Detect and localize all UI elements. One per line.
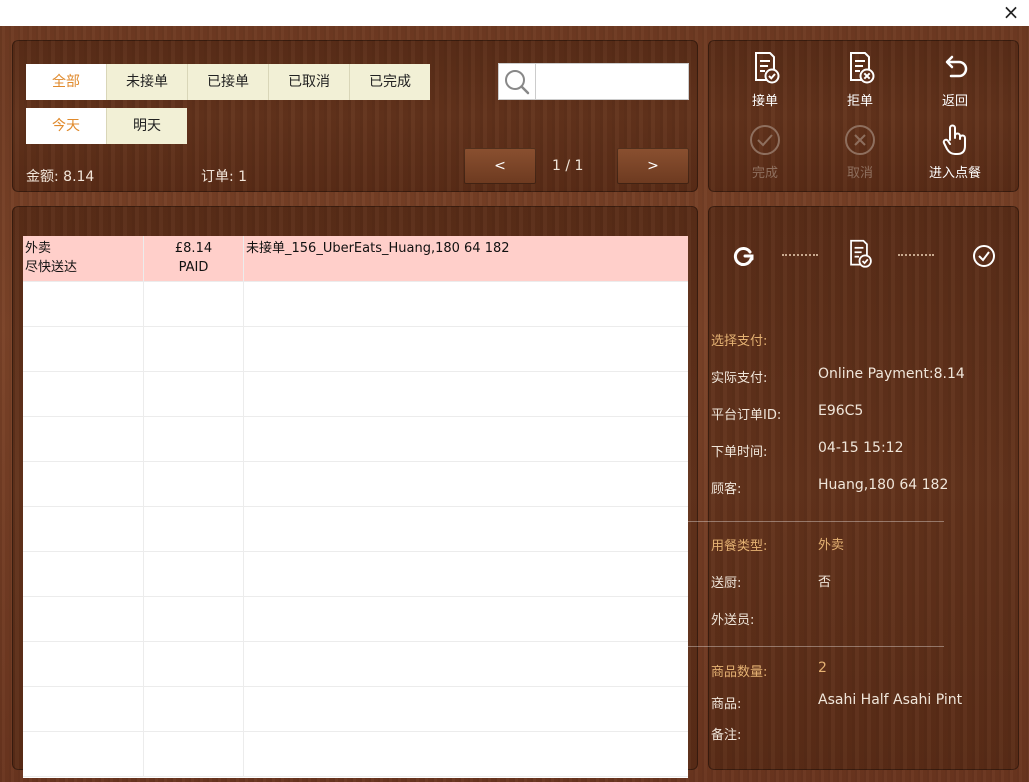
platform-order-id-label: 平台订单ID: — [711, 408, 782, 423]
tab-all[interactable]: 全部 — [26, 64, 107, 100]
payment-select-label[interactable]: 选择支付: — [711, 330, 767, 349]
search-input[interactable] — [537, 67, 687, 98]
search-box — [498, 63, 689, 100]
cancel-order-button[interactable]: 取消 — [815, 122, 905, 181]
table-row[interactable] — [23, 371, 688, 417]
title-bar: × — [0, 0, 1029, 26]
next-page-button[interactable]: > — [617, 148, 689, 184]
divider — [688, 521, 944, 522]
enter-ordering-button[interactable]: 进入点餐 — [910, 122, 1000, 181]
accept-label: 接单 — [751, 94, 778, 109]
order-list-panel: 外卖 尽快送达 £8.14 PAID 未接单_156_UberEats_Huan… — [12, 206, 698, 778]
notes-label: 备注: — [711, 728, 742, 743]
table-row[interactable] — [23, 686, 688, 732]
order-detail-panel: 选择支付: 实际支付: Online Payment:8.14 平台订单ID: … — [688, 206, 1019, 770]
order-time-label: 下单时间: — [711, 445, 768, 460]
item-count-label: 商品数量: — [711, 665, 768, 680]
tab-tomorrow[interactable]: 明天 — [107, 108, 187, 144]
table-row[interactable] — [23, 596, 688, 642]
order-count: 订单: 1 — [201, 169, 248, 185]
order-table: 外卖 尽快送达 £8.14 PAID 未接单_156_UberEats_Huan… — [23, 236, 688, 778]
order-amount-cell: £8.14 PAID — [144, 236, 244, 281]
page-indicator: 1 / 1 — [552, 158, 584, 174]
main-frame: 全部 未接单 已接单 已取消 已完成 今天 明天 金额: 8.14 订单: 1 … — [0, 26, 1029, 782]
dining-type-label: 用餐类型: — [711, 539, 768, 554]
tab-today[interactable]: 今天 — [26, 108, 107, 144]
back-label: 返回 — [941, 94, 968, 109]
table-row[interactable] — [23, 551, 688, 597]
close-button[interactable]: × — [1001, 2, 1021, 22]
delivery-time: 尽快送达 — [25, 260, 78, 275]
accept-order-button[interactable]: 接单 — [720, 50, 810, 109]
tab-cancelled[interactable]: 已取消 — [269, 64, 350, 100]
items-label: 商品: — [711, 697, 742, 712]
courier-label: 外送员: — [711, 613, 755, 628]
table-row[interactable]: 外卖 尽快送达 £8.14 PAID 未接单_156_UberEats_Huan… — [23, 236, 688, 282]
dining-type-value: 外卖 — [818, 538, 845, 553]
reject-order-icon — [850, 52, 875, 84]
table-row[interactable] — [23, 326, 688, 372]
check-circle-icon — [750, 125, 780, 155]
tab-accepted[interactable]: 已接单 — [188, 64, 269, 100]
complete-order-button[interactable]: 完成 — [720, 122, 810, 181]
order-type-cell: 外卖 尽快送达 — [23, 236, 144, 281]
cancel-label: 取消 — [846, 166, 873, 181]
table-row[interactable] — [23, 641, 688, 687]
tab-completed[interactable]: 已完成 — [350, 64, 430, 100]
search-icon[interactable] — [499, 64, 536, 99]
reject-label: 拒单 — [846, 94, 873, 109]
table-row[interactable] — [23, 731, 688, 777]
date-tabs: 今天 明天 — [26, 108, 187, 144]
order-accepted-icon — [850, 239, 872, 268]
table-row[interactable] — [23, 416, 688, 462]
cancel-circle-icon — [845, 125, 875, 155]
send-kitchen-value: 否 — [818, 575, 832, 590]
progress-connector — [782, 254, 818, 256]
order-time-value: 04-15 15:12 — [818, 440, 904, 456]
table-row[interactable] — [23, 506, 688, 552]
back-button[interactable]: 返回 — [910, 50, 1000, 109]
actual-payment-label: 实际支付: — [711, 371, 768, 386]
prev-page-button[interactable]: < — [464, 148, 536, 184]
status-tabs: 全部 未接单 已接单 已取消 已完成 — [26, 64, 430, 100]
table-row[interactable] — [23, 461, 688, 507]
hand-pointer-icon — [942, 124, 966, 155]
total-amount: 金额: 8.14 — [26, 169, 95, 185]
accept-order-icon — [755, 52, 780, 84]
progress-connector — [898, 254, 934, 256]
enter-ordering-label: 进入点餐 — [928, 166, 981, 181]
items-value: Asahi Half Asahi Pint — [818, 692, 963, 708]
reject-order-button[interactable]: 拒单 — [815, 50, 905, 109]
customer-label: 顾客: — [711, 482, 742, 497]
customer-value: Huang,180 64 182 — [818, 477, 949, 493]
divider — [688, 646, 944, 647]
refresh-icon — [733, 247, 754, 266]
actions-panel: 接单 拒单 返回 完成 取消 进入点餐 — [708, 40, 1019, 192]
actual-payment-value: Online Payment:8.14 — [818, 366, 965, 382]
complete-label: 完成 — [751, 166, 778, 181]
order-progress — [708, 236, 1019, 276]
table-row[interactable] — [23, 281, 688, 327]
item-count-value: 2 — [818, 660, 827, 676]
order-amount: £8.14 — [174, 241, 213, 256]
send-kitchen-label: 送厨: — [711, 576, 742, 591]
order-description: 未接单_156_UberEats_Huang,180 64 182 — [246, 241, 510, 256]
order-description-cell: 未接单_156_UberEats_Huang,180 64 182 — [244, 236, 688, 281]
pay-status: PAID — [178, 260, 209, 275]
check-circle-icon — [973, 245, 995, 267]
platform-order-id-value: E96C5 — [818, 403, 864, 419]
order-type: 外卖 — [25, 241, 52, 256]
undo-icon — [945, 55, 968, 78]
tab-not-accepted[interactable]: 未接单 — [107, 64, 188, 100]
filter-panel: 全部 未接单 已接单 已取消 已完成 今天 明天 金额: 8.14 订单: 1 … — [12, 40, 698, 192]
